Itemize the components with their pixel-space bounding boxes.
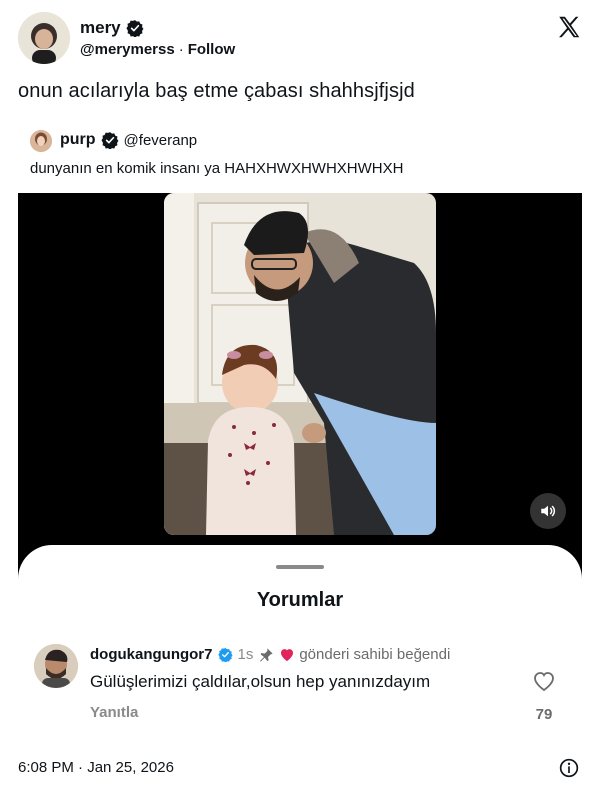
verified-badge-icon [100,132,119,149]
tweet-text: onun acılarıyla baş etme çabası shahhsjf… [18,80,415,102]
comment-avatar[interactable] [34,644,78,688]
author-handle[interactable]: @merymerss [80,41,175,58]
video-frame [164,193,436,535]
comment-time: 1s [237,646,254,663]
separator: · [178,41,184,58]
verified-badge-icon [217,647,233,662]
like-count: 79 [535,706,553,723]
tweet-timestamp[interactable]: 6:08 PM · Jan 25, 2026 [18,759,174,776]
reply-button[interactable]: Yanıtla [90,704,138,721]
author-avatar[interactable] [18,12,70,64]
video-player[interactable]: Yorumlar [18,193,582,626]
sheet-drag-handle[interactable] [276,565,324,569]
quoted-name-row[interactable]: purp @feveranp [60,131,197,149]
follow-button[interactable]: Follow [188,41,236,58]
quoted-avatar[interactable] [30,130,52,152]
comment-username[interactable]: dogukangungor7 [90,646,213,663]
x-logo-icon[interactable] [556,14,582,40]
pin-icon [260,647,274,662]
author-name-row[interactable]: mery [80,18,144,38]
sound-toggle-button[interactable] [530,493,566,529]
author-name[interactable]: mery [80,18,121,38]
author-liked-text: gönderi sahibi beğendi [299,646,451,663]
quoted-handle[interactable]: @feveranp [124,132,198,149]
comments-sheet: Yorumlar [18,545,582,626]
quoted-name[interactable]: purp [60,131,96,149]
speaker-icon [541,505,556,517]
comments-sheet-title: Yorumlar [256,589,344,611]
verified-badge-icon [126,20,144,37]
comment-text: Gülüşlerimizi çaldılar,olsun hep yanınız… [90,672,431,691]
quoted-text: dunyanın en komik insanı ya HAHXHWXHWHXH… [30,160,404,177]
heart-icon [281,649,294,662]
heart-icon[interactable] [532,670,556,692]
info-icon[interactable] [559,758,579,778]
author-handle-row: @merymerss · Follow [80,41,235,58]
author-liked-indicator: gönderi sahibi beğendi [279,646,450,663]
comment-header: dogukangungor7 1s gönderi sahibi beğendi [90,646,450,663]
